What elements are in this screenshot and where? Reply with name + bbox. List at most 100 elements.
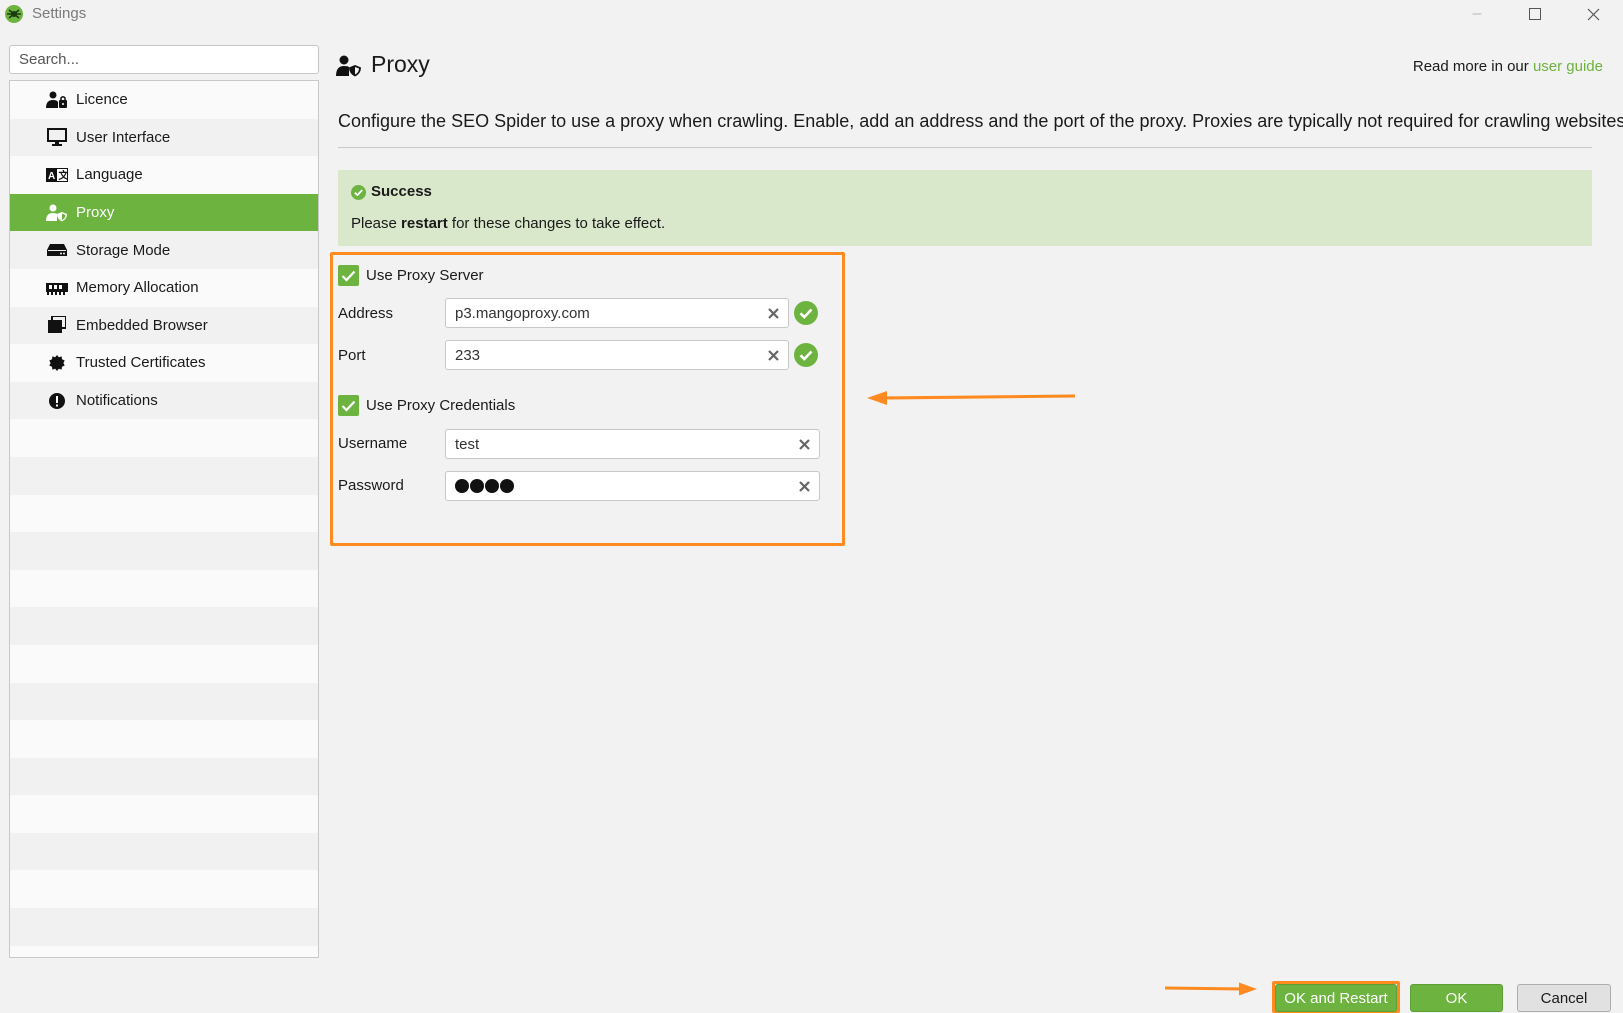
password-dot <box>485 479 499 493</box>
port-input[interactable] <box>455 341 757 369</box>
window-title: Settings <box>32 5 87 22</box>
username-input[interactable] <box>455 430 788 458</box>
sidebar-empty-row <box>10 945 318 957</box>
sidebar-item-label: Notifications <box>76 392 158 410</box>
password-mask[interactable] <box>455 479 514 493</box>
username-label: Username <box>338 435 408 452</box>
maximize-button[interactable] <box>1512 0 1558 28</box>
sidebar-empty-row <box>10 757 318 796</box>
clear-port-button[interactable] <box>765 347 781 363</box>
success-title: Success <box>371 183 432 200</box>
sidebar-empty-row <box>10 682 318 721</box>
divider <box>338 147 1592 148</box>
sidebar-item-language[interactable]: A文 Language <box>10 156 318 194</box>
user-shield-icon <box>46 204 68 222</box>
search-input[interactable] <box>9 45 319 74</box>
sidebar-empty-row <box>10 908 318 946</box>
clear-icon <box>798 480 810 492</box>
clear-icon <box>767 307 779 319</box>
minimize-button[interactable]: – <box>1454 0 1500 28</box>
app-spider-icon <box>5 5 23 23</box>
sidebar-item-notifications[interactable]: Notifications <box>10 381 318 420</box>
sidebar-item-label: Trusted Certificates <box>76 354 206 372</box>
user-lock-icon <box>46 91 68 109</box>
address-field[interactable] <box>445 298 789 328</box>
sidebar-item-licence[interactable]: Licence <box>10 81 318 119</box>
language-icon: A文 <box>46 166 68 184</box>
use-proxy-server-label: Use Proxy Server <box>366 267 484 284</box>
success-msg-suffix: for these changes to take effect. <box>447 215 666 232</box>
password-dot <box>500 479 514 493</box>
sidebar-empty-row <box>10 720 318 758</box>
browser-window-icon <box>46 316 68 334</box>
memory-icon <box>46 279 68 297</box>
sidebar-item-user-interface[interactable]: User Interface <box>10 118 318 157</box>
minimize-icon: – <box>1472 5 1482 22</box>
checkmark-icon <box>341 400 356 412</box>
sidebar-item-label: Language <box>76 166 143 184</box>
maximize-icon <box>1529 8 1541 20</box>
checkmark-icon <box>341 270 356 282</box>
page-description: Configure the SEO Spider to use a proxy … <box>338 111 1623 131</box>
monitor-icon <box>46 128 68 147</box>
hard-drive-icon <box>46 241 68 259</box>
annotation-arrow-left <box>867 391 1076 405</box>
close-window-button[interactable] <box>1570 0 1616 28</box>
success-message: Please restart for these changes to take… <box>351 215 665 232</box>
sidebar-item-label: User Interface <box>76 128 171 146</box>
sidebar-empty-row <box>10 644 318 683</box>
clear-password-button[interactable] <box>796 478 812 494</box>
page-title: Proxy <box>371 51 430 77</box>
sidebar-item-label: Memory Allocation <box>76 279 199 297</box>
address-input[interactable] <box>455 299 757 327</box>
sidebar-item-trusted-certificates[interactable]: Trusted Certificates <box>10 344 318 382</box>
sidebar-item-proxy[interactable]: Proxy <box>10 193 318 232</box>
sidebar-item-storage-mode[interactable]: Storage Mode <box>10 231 318 269</box>
sidebar-empty-row <box>10 795 318 833</box>
username-field[interactable] <box>445 429 820 459</box>
password-field[interactable] <box>445 471 820 501</box>
check-circle-icon <box>351 185 366 200</box>
user-guide-link[interactable]: user guide <box>1533 58 1603 75</box>
password-dot <box>455 479 469 493</box>
password-label: Password <box>338 477 404 494</box>
success-banner: Success Please restart for these changes… <box>338 170 1592 246</box>
alert-icon <box>46 392 68 410</box>
clear-icon <box>767 349 779 361</box>
ok-button[interactable]: OK <box>1410 984 1503 1012</box>
sidebar-item-label: Licence <box>76 91 128 109</box>
svg-text:A: A <box>48 171 55 182</box>
port-field[interactable] <box>445 340 789 370</box>
sidebar-empty-row <box>10 607 318 645</box>
sidebar-item-label: Embedded Browser <box>76 316 208 334</box>
sidebar-empty-row <box>10 419 318 457</box>
sidebar-empty-row <box>10 494 318 533</box>
use-proxy-credentials-label: Use Proxy Credentials <box>366 397 516 414</box>
sidebar-item-label: Storage Mode <box>76 241 171 259</box>
success-msg-bold: restart <box>401 215 448 232</box>
sidebar: Licence User Interface A文 Language Proxy… <box>9 80 319 958</box>
use-proxy-credentials-checkbox[interactable] <box>338 395 359 416</box>
certificate-icon <box>46 354 68 372</box>
clear-icon <box>798 438 810 450</box>
sidebar-empty-row <box>10 532 318 570</box>
use-proxy-server-checkbox[interactable] <box>338 265 359 286</box>
ok-and-restart-button[interactable]: OK and Restart <box>1275 984 1397 1012</box>
password-dot <box>470 479 484 493</box>
clear-address-button[interactable] <box>765 305 781 321</box>
read-more-text: Read more in our user guide <box>1413 58 1603 75</box>
svg-text:文: 文 <box>59 169 69 182</box>
sidebar-empty-row <box>10 832 318 871</box>
cancel-button[interactable]: Cancel <box>1517 984 1611 1012</box>
sidebar-item-label: Proxy <box>76 204 115 222</box>
title-bar: Settings – <box>0 0 1623 30</box>
clear-username-button[interactable] <box>796 436 812 452</box>
annotation-arrow-right <box>1164 982 1257 996</box>
sidebar-empty-row <box>10 870 318 909</box>
sidebar-item-embedded-browser[interactable]: Embedded Browser <box>10 306 318 345</box>
address-label: Address <box>338 305 394 322</box>
read-more-prefix: Read more in our <box>1412 58 1533 75</box>
success-msg-prefix: Please <box>351 215 402 232</box>
valid-check-icon <box>794 343 818 367</box>
sidebar-item-memory-allocation[interactable]: Memory Allocation <box>10 268 318 307</box>
